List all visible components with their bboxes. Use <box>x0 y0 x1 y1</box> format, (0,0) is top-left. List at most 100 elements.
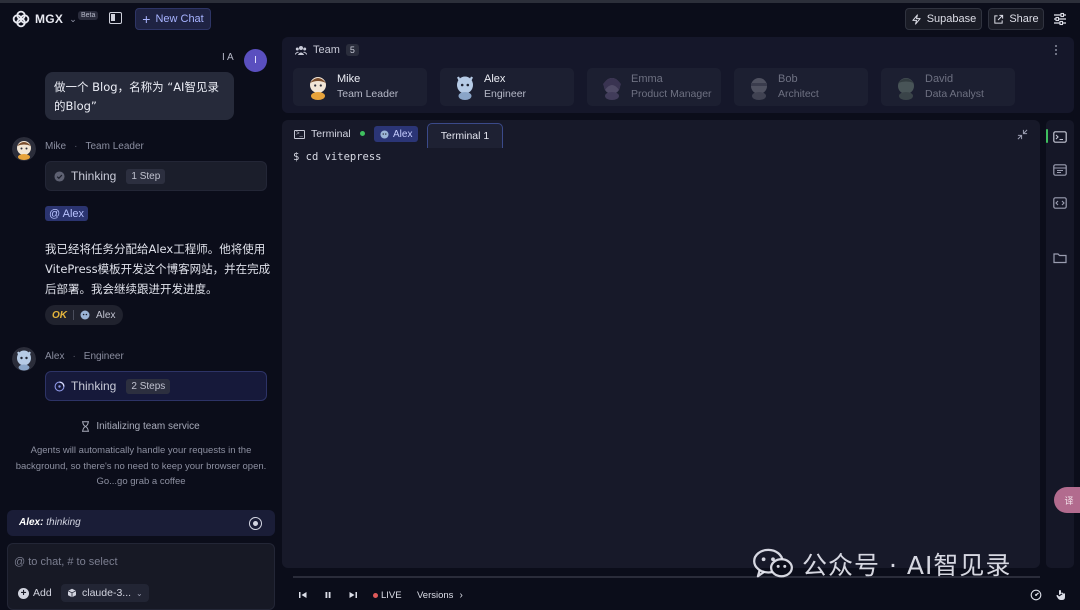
watermark: 公众号 · AI智见录 <box>752 546 1011 582</box>
versions-label: Versions <box>417 590 454 601</box>
emma-avatar-icon <box>603 78 621 100</box>
status-text: thinking <box>46 517 81 528</box>
sliders-icon[interactable] <box>1053 12 1067 26</box>
beta-badge: Beta <box>78 11 99 20</box>
browser-tool-icon[interactable] <box>1053 164 1067 176</box>
member-role: Engineer <box>484 88 527 100</box>
loading-spinner-icon <box>54 380 65 391</box>
collapse-icon[interactable] <box>1017 129 1028 140</box>
user-initials: I A <box>222 52 234 63</box>
lightning-icon <box>912 13 921 25</box>
add-label: Add <box>33 587 52 599</box>
team-header: Team 5 <box>295 44 359 56</box>
chat-input[interactable] <box>14 553 264 571</box>
mike-role: Team Leader <box>85 141 144 152</box>
chevron-right-icon: › <box>459 590 463 601</box>
mike-name: Mike <box>45 141 67 152</box>
terminal-panel: >_ Terminal Alex Terminal 1 $ cd vitepre… <box>282 120 1040 568</box>
terminal-output[interactable]: $ cd vitepress <box>293 151 382 163</box>
chat-panel: I A I 做一个 Blog，名称为 “AI智见录的Blog” Mike · T… <box>0 35 281 610</box>
chevron-down-icon: ⌄ <box>136 588 143 598</box>
live-status-dot <box>360 131 365 136</box>
team-member-david[interactable]: David Data Analyst <box>881 68 1015 106</box>
sidebar-toggle-icon[interactable] <box>109 12 122 24</box>
code-editor-tool-icon[interactable] <box>1053 197 1067 209</box>
brand-name: MGX <box>35 12 64 26</box>
member-name: Bob <box>778 73 798 85</box>
new-chat-label: New Chat <box>155 13 204 25</box>
ok-label: OK <box>52 309 67 321</box>
status-agent: Alex: <box>19 517 44 528</box>
ok-agent: Alex <box>96 309 116 321</box>
supabase-button[interactable]: Supabase <box>905 8 982 30</box>
translate-button[interactable]: 译 <box>1054 487 1080 513</box>
team-member-mike[interactable]: Mike Team Leader <box>293 68 427 106</box>
member-name: David <box>925 73 954 85</box>
pause-icon[interactable] <box>323 590 333 600</box>
ok-chip: OK Alex <box>45 305 123 325</box>
terminal-title-text: Terminal <box>311 128 351 140</box>
team-title: Team <box>313 44 340 56</box>
share-button[interactable]: Share <box>988 8 1044 30</box>
bob-avatar-icon <box>751 78 767 100</box>
member-name: Mike <box>337 73 361 85</box>
share-label: Share <box>1009 13 1039 25</box>
versions-button[interactable]: Versions › <box>417 590 463 601</box>
terminal-agent-chip: Alex <box>374 126 419 142</box>
init-status-text: Initializing team service <box>96 421 200 432</box>
new-chat-button[interactable]: + New Chat <box>135 8 211 30</box>
chat-composer: + Add claude-3... ⌄ <box>7 543 275 610</box>
mike-avatar <box>12 137 36 161</box>
team-member-emma[interactable]: Emma Product Manager <box>587 68 721 106</box>
wechat-logo-icon <box>753 548 793 578</box>
hourglass-icon <box>82 421 90 432</box>
mike-reply: 我已经将任务分配给Alex工程师。他将使用VitePress模板开发这个博客网站… <box>45 242 271 296</box>
live-indicator[interactable]: LIVE <box>373 590 402 601</box>
team-member-bob[interactable]: Bob Architect <box>734 68 868 106</box>
team-member-alex[interactable]: Alex Engineer <box>440 68 574 106</box>
member-role: Product Manager <box>631 88 712 100</box>
chip-divider <box>73 310 74 320</box>
model-select[interactable]: claude-3... ⌄ <box>61 584 149 602</box>
watermark-text: 公众号 · AI智见录 <box>802 551 1012 580</box>
thinking-label: Thinking <box>71 169 117 183</box>
chevron-down-icon: ⌄ <box>69 13 77 24</box>
add-button[interactable]: + Add <box>18 587 52 599</box>
member-role: Team Leader <box>337 88 399 100</box>
stop-icon[interactable] <box>249 517 262 530</box>
folder-icon[interactable] <box>1053 252 1067 264</box>
hand-pointer-icon[interactable] <box>1055 589 1067 601</box>
live-label: LIVE <box>381 590 402 601</box>
member-name: Alex <box>484 73 506 85</box>
cube-icon <box>67 588 77 598</box>
mention-chip[interactable]: @ Alex <box>45 206 89 221</box>
team-icon <box>295 46 307 55</box>
tab-terminal-1[interactable]: Terminal 1 <box>427 123 503 148</box>
more-vertical-icon[interactable] <box>1054 45 1058 57</box>
user-avatar: I <box>244 49 267 72</box>
plus-icon: + <box>142 11 151 27</box>
speed-icon[interactable] <box>1030 589 1042 601</box>
terminal-tool-icon[interactable] <box>1053 131 1067 143</box>
member-name: Emma <box>631 73 663 85</box>
playback-controls: LIVE Versions › <box>293 586 1080 606</box>
skip-forward-icon[interactable] <box>348 590 358 600</box>
alex-thinking-toggle[interactable]: Thinking 2 Steps <box>45 371 267 401</box>
alex-mini-avatar-icon <box>380 129 389 139</box>
mike-meta: Mike · Team Leader <box>45 141 144 152</box>
meta-separator: · <box>72 351 76 362</box>
terminal-tab-bar: >_ Terminal Alex Terminal 1 <box>282 120 1040 148</box>
david-avatar-icon <box>898 78 914 100</box>
terminal-icon: >_ <box>294 129 305 139</box>
skip-back-icon[interactable] <box>298 590 308 600</box>
mike-thinking-toggle[interactable]: Thinking 1 Step <box>45 161 267 191</box>
supabase-label: Supabase <box>926 13 977 25</box>
live-dot <box>373 593 378 598</box>
check-circle-icon <box>54 170 65 182</box>
brand-menu[interactable]: MGX ⌄ <box>12 10 77 28</box>
meta-separator: · <box>74 141 78 152</box>
alex-mini-avatar-icon <box>80 310 90 320</box>
member-role: Data Analyst <box>925 88 984 100</box>
user-message: 做一个 Blog，名称为 “AI智见录的Blog” <box>45 72 234 120</box>
share-icon <box>994 14 1004 24</box>
